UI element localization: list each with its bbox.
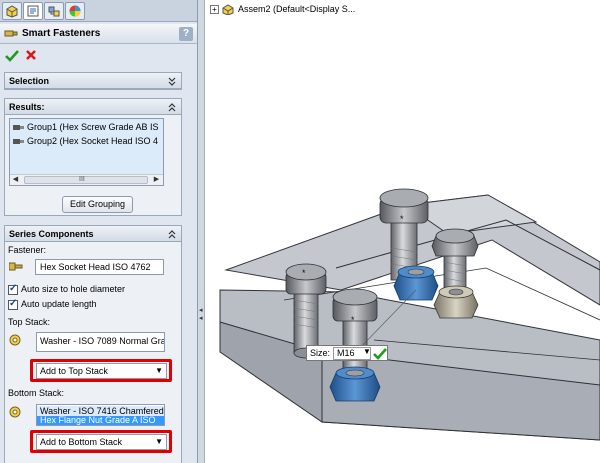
checkbox-checked-icon[interactable] xyxy=(8,298,18,310)
fastener-icon xyxy=(9,262,23,271)
selection-group-header[interactable]: Selection xyxy=(5,73,181,89)
fastener-field[interactable]: Hex Socket Head ISO 4762 xyxy=(35,259,164,275)
list-item[interactable]: Group2 (Hex Socket Head ISO 4 xyxy=(13,136,158,148)
series-group-title: Series Components xyxy=(9,229,94,239)
bottom-stack-list[interactable]: Washer - ISO 7416 Chamfered Hex Flange N… xyxy=(36,404,165,426)
edit-grouping-button[interactable]: Edit Grouping xyxy=(62,196,133,213)
splitter-grip-icon[interactable]: ◂ ◂ xyxy=(199,306,203,322)
results-group-title: Results: xyxy=(9,102,45,112)
confirm-check-icon[interactable] xyxy=(373,347,387,360)
washer-icon xyxy=(9,406,21,418)
configuration-icon xyxy=(48,6,60,17)
auto-size-label: Auto size to hole diameter xyxy=(21,284,126,294)
svg-text:*: * xyxy=(351,315,355,325)
auto-update-checkbox[interactable]: Auto update length xyxy=(8,298,97,311)
assembly-icon xyxy=(222,4,234,16)
panel-title: Smart Fasteners xyxy=(22,28,101,39)
fastener-group-icon xyxy=(13,125,24,131)
fastener-group-icon xyxy=(13,139,24,145)
ok-button[interactable] xyxy=(5,49,19,62)
add-bottom-label: Add to Bottom Stack xyxy=(40,437,123,447)
list-item[interactable]: Washer - ISO 7089 Normal Gra xyxy=(40,336,164,346)
checkbox-checked-icon[interactable] xyxy=(8,283,18,295)
property-manager-tab[interactable] xyxy=(23,2,43,20)
property-manager: Smart Fasteners ? Selection Results: Gro… xyxy=(0,0,198,463)
bolt-right[interactable] xyxy=(431,228,479,319)
svg-text:*: * xyxy=(400,214,404,224)
expand-plus-icon[interactable]: + xyxy=(210,5,219,15)
auto-size-checkbox[interactable]: Auto size to hole diameter xyxy=(8,283,126,296)
results-group-header[interactable]: Results: xyxy=(5,99,181,115)
collapse-chevron-icon[interactable] xyxy=(166,228,178,240)
graphics-area[interactable]: * * * + Assem2 (Default<Display S... Siz… xyxy=(206,0,600,463)
add-to-bottom-stack-dropdown[interactable]: Add to Bottom Stack ▼ xyxy=(36,434,167,450)
collapse-chevron-icon[interactable] xyxy=(166,101,178,113)
cancel-button[interactable] xyxy=(25,49,37,61)
panel-splitter[interactable]: ◂ ◂ xyxy=(198,0,205,463)
appearance-icon xyxy=(69,5,81,17)
property-sheet-icon xyxy=(27,5,39,17)
scroll-right-icon[interactable]: ▶ xyxy=(152,176,161,184)
results-list[interactable]: Group1 (Hex Screw Grade AB IS Group2 (He… xyxy=(9,118,164,186)
add-to-top-stack-dropdown[interactable]: Add to Top Stack ▼ xyxy=(36,363,167,379)
auto-update-label: Auto update length xyxy=(21,299,97,309)
washer-icon xyxy=(9,334,21,346)
feature-manager-tab[interactable] xyxy=(2,2,22,20)
svg-text:*: * xyxy=(302,268,306,278)
series-components-group: Series Components Fastener: Hex Socket H… xyxy=(4,225,182,463)
scroll-grip: III xyxy=(79,176,85,183)
manager-tabs xyxy=(0,0,197,22)
configuration-manager-tab[interactable] xyxy=(44,2,64,20)
list-item[interactable]: Hex Flange Nut Grade A ISO xyxy=(37,416,164,425)
dropdown-arrow-icon[interactable]: ▼ xyxy=(155,364,163,378)
series-group-header[interactable]: Series Components xyxy=(5,226,181,242)
appearance-tab[interactable] xyxy=(65,2,85,20)
results-item-label: Group1 (Hex Screw Grade AB IS xyxy=(27,122,159,132)
feature-tree-flyout[interactable]: + Assem2 (Default<Display S... xyxy=(210,4,355,16)
size-callout: Size: M16 ▼ xyxy=(306,345,388,361)
smart-fastener-icon xyxy=(4,30,18,37)
dropdown-arrow-icon[interactable]: ▼ xyxy=(155,435,163,449)
selection-group-title: Selection xyxy=(9,76,50,86)
results-horizontal-scrollbar[interactable]: ◀ III ▶ xyxy=(10,174,163,185)
assembly-name[interactable]: Assem2 (Default<Display S... xyxy=(238,4,355,14)
list-item[interactable]: Group1 (Hex Screw Grade AB IS xyxy=(13,122,159,134)
ok-cancel-bar xyxy=(0,45,197,67)
help-button[interactable]: ? xyxy=(179,27,193,41)
feature-tree-icon xyxy=(6,5,18,18)
fastener-label: Fastener: xyxy=(8,245,47,255)
assembly-3d-view[interactable]: * * * xyxy=(206,0,600,463)
scroll-left-icon[interactable]: ◀ xyxy=(11,176,20,184)
scrollbar-thumb[interactable]: III xyxy=(24,176,148,184)
panel-titlebar: Smart Fasteners ? xyxy=(0,24,197,44)
add-top-label: Add to Top Stack xyxy=(40,366,108,376)
bottom-stack-label: Bottom Stack: xyxy=(8,388,65,398)
selection-group: Selection xyxy=(4,72,182,90)
top-stack-list[interactable]: Washer - ISO 7089 Normal Gra xyxy=(36,332,165,352)
expand-chevron-icon[interactable] xyxy=(166,75,178,87)
size-label: Size: xyxy=(310,348,331,358)
dropdown-arrow-icon[interactable]: ▼ xyxy=(363,347,371,356)
results-group: Results: Group1 (Hex Screw Grade AB IS G… xyxy=(4,98,182,216)
results-item-label: Group2 (Hex Socket Head ISO 4 xyxy=(27,136,159,146)
top-stack-label: Top Stack: xyxy=(8,317,51,327)
